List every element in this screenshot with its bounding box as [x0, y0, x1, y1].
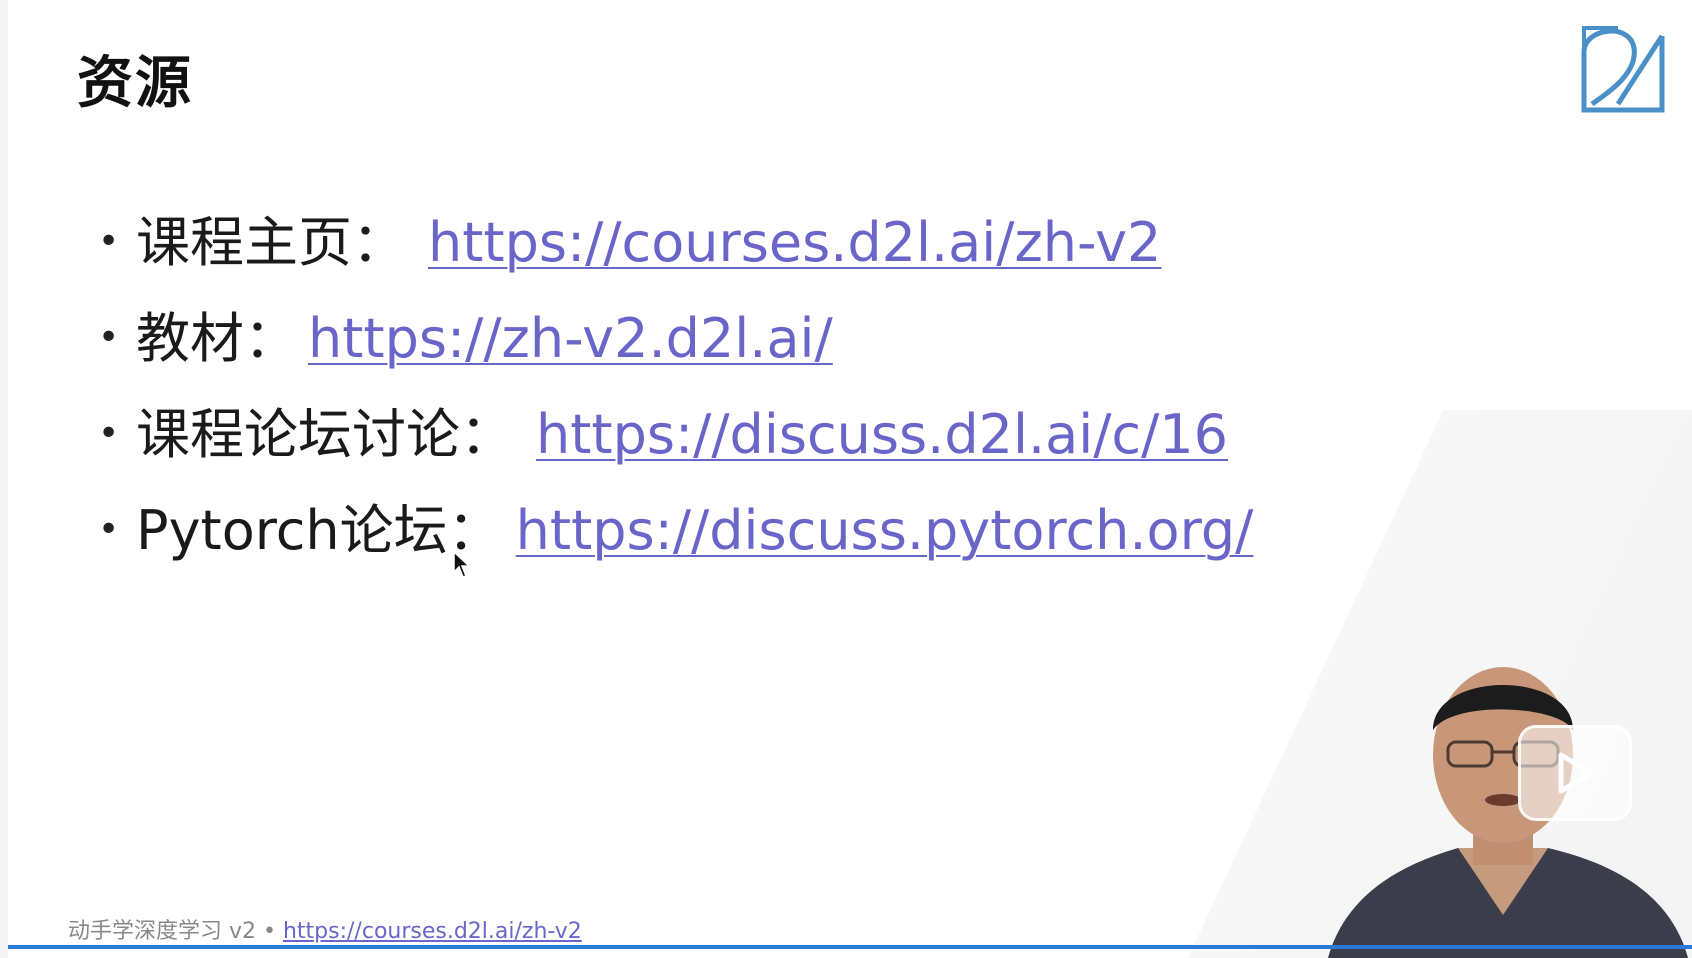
course-homepage-link[interactable]: https://courses.d2l.ai/zh-v2 — [428, 211, 1161, 274]
mouse-cursor-icon — [453, 551, 471, 578]
pytorch-forum-link[interactable]: https://discuss.pytorch.org/ — [516, 499, 1254, 562]
resource-label: 教材： — [136, 307, 298, 370]
resource-label: Pytorch论坛： — [136, 499, 502, 562]
bullet-dot: • — [98, 413, 120, 454]
textbook-link[interactable]: https://zh-v2.d2l.ai/ — [308, 307, 833, 370]
resource-label: 课程主页： — [136, 211, 406, 274]
course-forum-link[interactable]: https://discuss.d2l.ai/c/16 — [536, 403, 1228, 466]
bilibili-play-icon[interactable] — [1518, 725, 1632, 821]
slide-footer: 动手学深度学习 v2 • https://courses.d2l.ai/zh-v… — [68, 913, 582, 945]
resource-label: 课程论坛讨论： — [136, 403, 514, 466]
bullet-dot: • — [98, 509, 120, 550]
list-item: • Pytorch论坛： https://discuss.pytorch.org… — [98, 486, 1253, 582]
list-item: • 课程论坛讨论： https://discuss.d2l.ai/c/16 — [98, 390, 1253, 486]
presenter-video — [1328, 667, 1688, 958]
bullet-dot: • — [98, 317, 120, 358]
slide-title: 资源 — [77, 51, 193, 116]
footer-course-text: 动手学深度学习 v2 • — [68, 919, 283, 944]
d2l-logo-icon — [1581, 26, 1665, 113]
list-item: • 教材： https://zh-v2.d2l.ai/ — [98, 294, 1253, 390]
footer-course-link[interactable]: https://courses.d2l.ai/zh-v2 — [283, 919, 582, 944]
bullet-dot: • — [98, 221, 120, 262]
list-item: • 课程主页： https://courses.d2l.ai/zh-v2 — [98, 198, 1253, 294]
slide: 资源 • 课程主页： https://courses.d2l.ai/zh-v2 … — [8, 0, 1692, 958]
video-progress-bar[interactable] — [8, 945, 1692, 949]
resource-list: • 课程主页： https://courses.d2l.ai/zh-v2 • 教… — [98, 198, 1253, 582]
